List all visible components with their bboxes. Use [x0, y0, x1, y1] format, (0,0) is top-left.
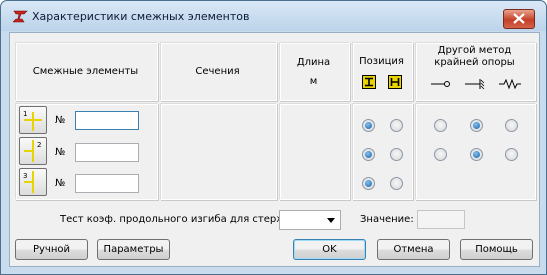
row-1-support-radio-spring[interactable] — [505, 119, 518, 132]
help-button[interactable]: Помощь — [460, 239, 533, 260]
ok-button[interactable]: OK — [293, 239, 366, 260]
element-2-button[interactable]: 2 — [19, 137, 47, 165]
row-1-position-radio-h[interactable] — [390, 119, 403, 132]
svg-text:2: 2 — [37, 141, 41, 149]
element-2-icon: 2 — [24, 140, 41, 162]
header-length-unit: м — [309, 76, 318, 87]
svg-text:3: 3 — [23, 172, 27, 180]
header-length-panel — [279, 42, 350, 101]
row-2-number-input[interactable] — [75, 143, 139, 162]
row-1-position-radio-i[interactable] — [362, 119, 375, 132]
element-3-button[interactable]: 3 — [19, 168, 47, 196]
title-bar[interactable]: Характеристики смежных элементов — [1, 1, 546, 31]
manual-button[interactable]: Ручной — [15, 239, 88, 260]
header-other-method-line2: крайней опоры — [434, 57, 515, 68]
pinned-support-icon — [431, 81, 450, 87]
value-field — [417, 210, 465, 229]
header-length: Длина — [296, 57, 331, 68]
header-adjacent: Смежные элементы — [32, 66, 139, 77]
length-panel — [279, 103, 350, 200]
beam-app-icon — [13, 10, 28, 23]
header-sections: Сечения — [195, 66, 240, 77]
element-3-icon: 3 — [23, 171, 34, 193]
window-title: Характеристики смежных элементов — [32, 10, 250, 23]
row-2-support-radio-fixed[interactable] — [470, 148, 483, 161]
row-2-number-label: № — [55, 147, 66, 158]
element-1-button[interactable]: 1 — [19, 106, 47, 134]
close-button[interactable] — [503, 9, 535, 29]
element-1-icon: 1 — [23, 110, 42, 131]
row-1-support-radio-fixed[interactable] — [470, 119, 483, 132]
header-position: Позиция — [359, 56, 404, 67]
header-other-method-line1: Другой метод — [437, 45, 512, 56]
chevron-down-icon — [327, 218, 335, 223]
buckling-test-label: Тест коэф. продольного изгиба для стержн… — [60, 214, 302, 225]
row-2-position-radio-i[interactable] — [362, 148, 375, 161]
row-3-position-radio-i[interactable] — [362, 177, 375, 190]
row-3-number-label: № — [55, 178, 66, 189]
cancel-button[interactable]: Отмена — [377, 239, 450, 260]
row-2-position-radio-h[interactable] — [390, 148, 403, 161]
h-beam-icon — [388, 75, 402, 89]
dialog-body: Смежные элементы Сечения Длина м Позиция… — [9, 32, 540, 267]
row-2-support-radio-pinned[interactable] — [434, 148, 447, 161]
dialog-window: Характеристики смежных элементов Смежные… — [0, 0, 547, 275]
sections-panel — [160, 103, 277, 200]
row-3-number-input[interactable] — [75, 174, 139, 193]
row-2-support-radio-spring[interactable] — [505, 148, 518, 161]
row-1-number-input[interactable] — [75, 111, 139, 130]
header-position-panel — [352, 42, 413, 101]
svg-text:1: 1 — [23, 110, 27, 118]
row-3-position-radio-h[interactable] — [390, 177, 403, 190]
row-1-number-label: № — [55, 115, 66, 126]
i-beam-icon — [362, 75, 376, 89]
value-label: Значение: — [360, 214, 414, 225]
position-panel — [352, 103, 413, 200]
row-1-support-radio-pinned[interactable] — [434, 119, 447, 132]
close-icon — [513, 13, 525, 24]
fixed-support-icon — [465, 79, 485, 90]
parameters-button[interactable]: Параметры — [97, 239, 170, 260]
spring-support-icon — [499, 78, 521, 90]
buckling-test-select[interactable] — [279, 210, 341, 230]
